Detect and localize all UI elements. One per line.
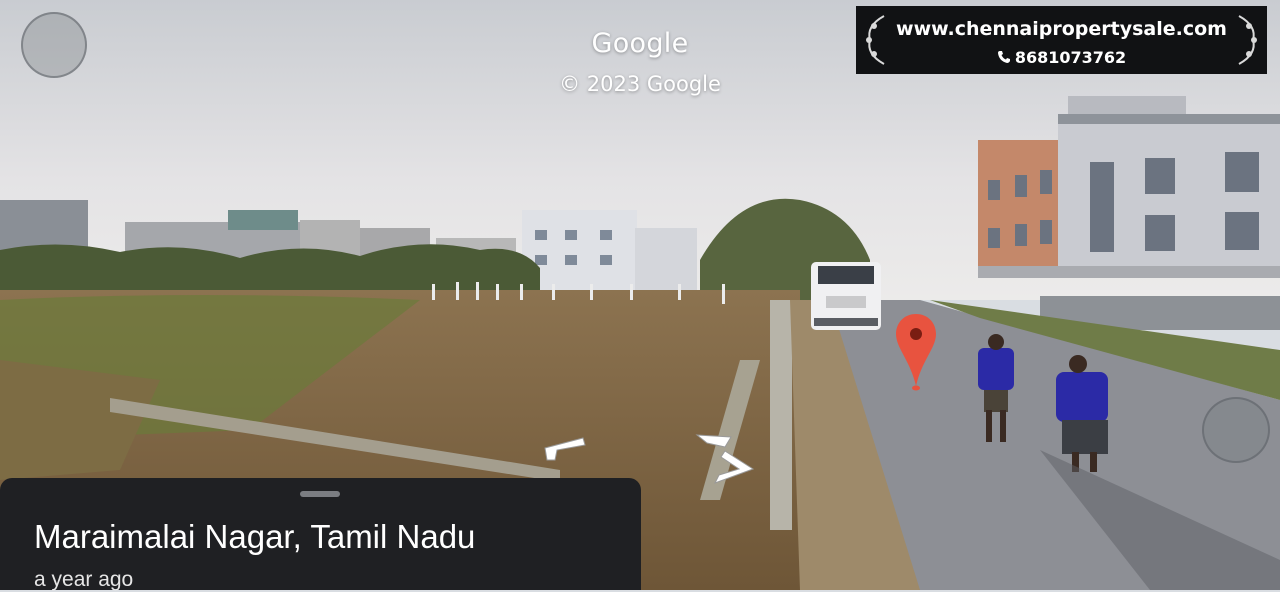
- phone-number: 8681073762: [1014, 48, 1127, 67]
- place-title: Maraimalai Nagar, Tamil Nadu: [34, 518, 476, 555]
- compass-button[interactable]: [1202, 397, 1270, 463]
- advertiser-banner[interactable]: www.chennaipropertysale.com 8681073762: [856, 6, 1267, 74]
- location-card[interactable]: Maraimalai Nagar, Tamil Nadu a year ago: [0, 478, 641, 591]
- navigate-right-arrow-icon[interactable]: [695, 433, 757, 485]
- floral-ornament-icon: [1238, 15, 1257, 65]
- back-button[interactable]: [21, 12, 87, 78]
- capture-date: a year ago: [34, 568, 134, 591]
- phone-icon: [997, 51, 1010, 63]
- copyright-text: © 2023 Google: [559, 72, 721, 96]
- map-pin-icon[interactable]: [894, 312, 938, 392]
- navigate-left-arrow-icon[interactable]: [543, 436, 587, 462]
- drag-handle[interactable]: [300, 491, 340, 497]
- phone-row: 8681073762: [856, 48, 1267, 67]
- website-url: www.chennaipropertysale.com: [896, 18, 1227, 40]
